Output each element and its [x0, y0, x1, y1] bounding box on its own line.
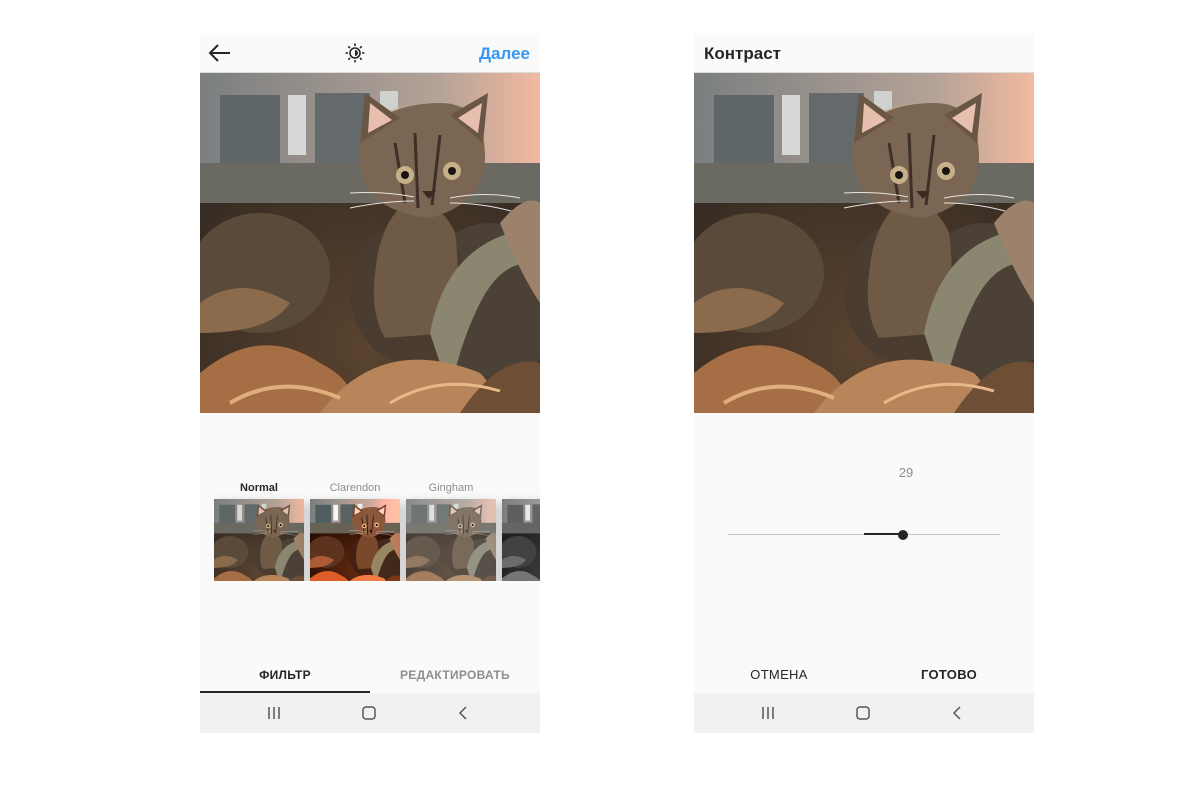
photo-preview	[694, 73, 1034, 413]
system-nav-bar	[200, 693, 540, 733]
lux-sun-icon[interactable]	[344, 42, 366, 64]
editor-tabs: ФИЛЬТР РЕДАКТИРОВАТЬ	[200, 653, 540, 693]
filter-label: Clarendon	[329, 482, 381, 494]
cancel-button[interactable]: ОТМЕНА	[694, 667, 864, 682]
filter-label: Normal	[240, 482, 278, 494]
photo-preview	[200, 73, 540, 413]
recent-apps-icon[interactable]	[758, 703, 778, 723]
filter-label: M	[502, 481, 540, 499]
filter-thumbnail[interactable]	[502, 499, 540, 581]
screen-title: Контраст	[704, 44, 781, 63]
contrast-slider[interactable]	[728, 523, 1000, 547]
system-nav-bar	[694, 693, 1034, 733]
tab-filter[interactable]: ФИЛЬТР	[200, 653, 370, 693]
filter-clarendon[interactable]: Clarendon	[310, 481, 400, 581]
home-icon[interactable]	[359, 703, 379, 723]
filter-normal[interactable]: Normal	[214, 481, 304, 581]
tab-edit[interactable]: РЕДАКТИРОВАТЬ	[370, 653, 540, 693]
filter-thumbnail[interactable]	[406, 499, 496, 581]
filter-gingham[interactable]: Gingham	[406, 481, 496, 581]
filter-label: Gingham	[428, 482, 474, 494]
filter-screen: Далее Normal Clarendon Gingham M	[200, 33, 540, 733]
back-chevron-icon[interactable]	[454, 703, 474, 723]
done-button[interactable]: ГОТОВО	[864, 667, 1034, 682]
arrow-left-icon[interactable]	[208, 41, 232, 65]
filter-moon[interactable]: M	[502, 481, 540, 581]
top-bar: Далее	[200, 33, 540, 73]
next-button[interactable]: Далее	[479, 44, 530, 64]
filter-strip[interactable]: Normal Clarendon Gingham M	[214, 481, 540, 581]
home-icon[interactable]	[853, 703, 873, 723]
filter-thumbnail[interactable]	[310, 499, 400, 581]
adjust-screen: Контраст 29 ОТМЕНА ГОТОВО	[694, 33, 1034, 733]
slider-value: 29	[898, 465, 914, 480]
recent-apps-icon[interactable]	[264, 703, 284, 723]
filter-thumbnail[interactable]	[214, 499, 304, 581]
slider-knob[interactable]	[898, 530, 909, 540]
top-bar: Контраст	[694, 33, 1034, 73]
back-chevron-icon[interactable]	[948, 703, 968, 723]
